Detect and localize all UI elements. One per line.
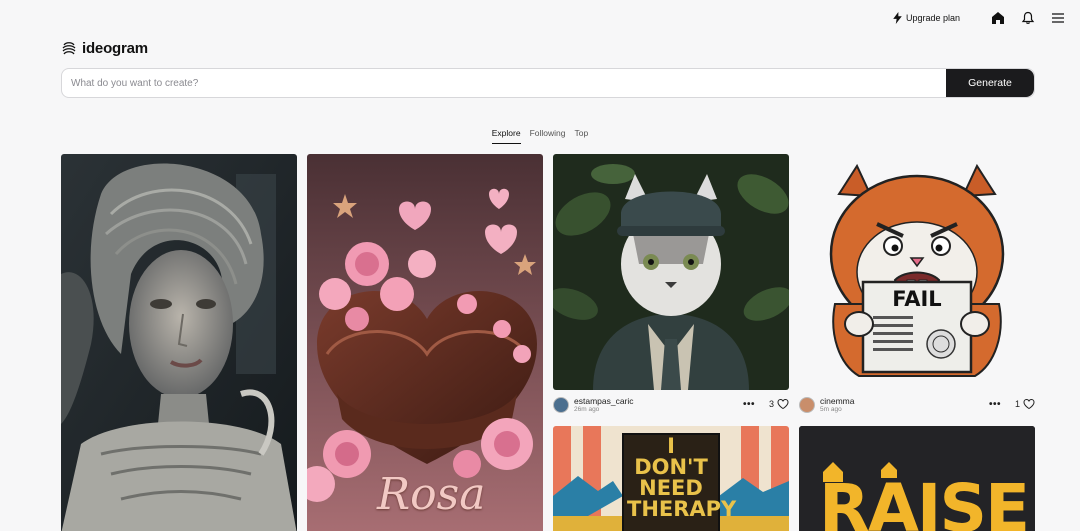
lightning-icon (893, 12, 902, 24)
upgrade-plan-label: Upgrade plan (905, 13, 960, 23)
logo-text: ideogram (82, 40, 148, 57)
timestamp: 26m ago (574, 405, 600, 413)
image-card-therapy-poster[interactable]: I DON'T NEED THERAPY (553, 426, 789, 531)
avatar[interactable] (799, 397, 815, 413)
heart-icon[interactable] (1023, 398, 1035, 410)
avatar[interactable] (553, 397, 569, 413)
poster-headline-text: I DON'T NEED THERAPY (627, 434, 737, 521)
home-icon (992, 12, 1004, 24)
timestamp: 5m ago (820, 405, 842, 413)
card-meta-estampas: estampas_caric 26m ago ••• 3 (553, 396, 789, 414)
image-card-hamster[interactable]: FAIL (799, 154, 1035, 390)
fail-sign-text: FAIL (892, 287, 942, 311)
angry-hamster-image (829, 163, 1005, 377)
image-card-alien[interactable] (61, 154, 297, 531)
top-bar: Upgrade plan (893, 8, 1066, 28)
more-options-icon[interactable]: ••• (989, 399, 1001, 410)
image-card-cake[interactable]: Rosa (307, 154, 543, 531)
tab-top[interactable]: Top (575, 127, 589, 144)
alien-woman-image (61, 154, 297, 531)
tab-following[interactable]: Following (530, 127, 566, 144)
username[interactable]: estampas_caric (574, 397, 634, 406)
upgrade-plan-link[interactable]: Upgrade plan (893, 12, 960, 24)
more-options-icon[interactable]: ••• (743, 399, 755, 410)
card-meta-cinemma: cinemma 5m ago ••• 1 (799, 396, 1035, 414)
image-card-raise[interactable]: RAISE (799, 426, 1035, 531)
prompt-input[interactable] (62, 69, 946, 97)
image-card-cat[interactable] (553, 154, 789, 390)
like-count: 1 (1014, 399, 1020, 409)
notifications-button[interactable] (1020, 10, 1036, 26)
feed-tabs: Explore Following Top (0, 127, 1080, 144)
cat-in-coat-image (553, 154, 789, 390)
tab-explore[interactable]: Explore (491, 127, 521, 144)
raise-headline-text: RAISE (819, 470, 1030, 531)
menu-button[interactable] (1050, 10, 1066, 26)
like-count: 3 (768, 399, 774, 409)
generate-button[interactable]: Generate (946, 69, 1034, 97)
cake-script-text: Rosa (377, 469, 486, 520)
username[interactable]: cinemma (820, 397, 854, 406)
prompt-bar: Generate (61, 68, 1035, 98)
heart-icon[interactable] (777, 398, 789, 410)
hamburger-menu-icon (1052, 13, 1064, 23)
logo[interactable]: ideogram (61, 40, 148, 57)
ideogram-logo-icon (62, 41, 76, 54)
bell-icon (1021, 11, 1035, 24)
home-button[interactable] (990, 10, 1006, 26)
